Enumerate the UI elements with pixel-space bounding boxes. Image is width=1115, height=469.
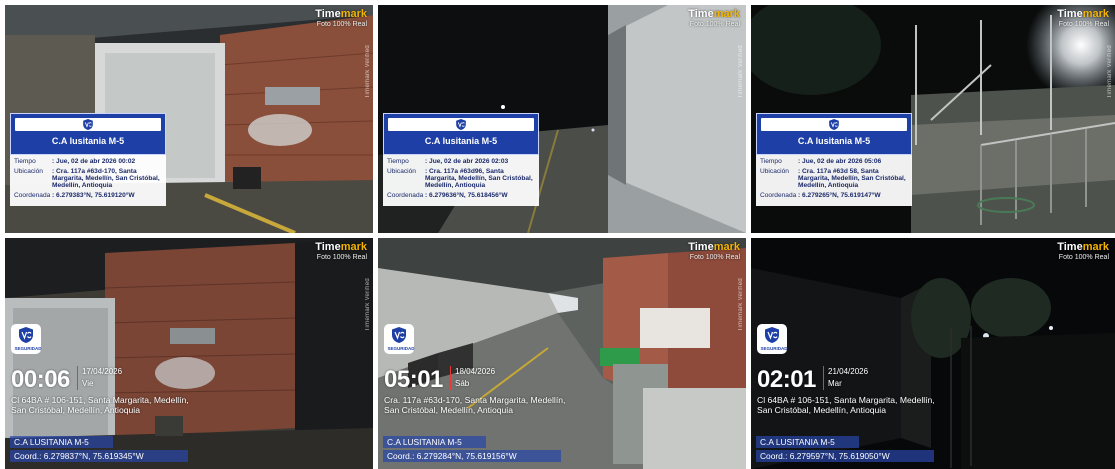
address-text: Cra. 117a #63d-170, Santa Margarita, Med… xyxy=(384,395,566,415)
info-card: C.A lusitania M-5 Tiempo: Jue, 02 de abr… xyxy=(10,113,166,206)
security-logo: SEGURIDAD xyxy=(384,324,415,354)
time-value: : Jue, 02 de abr 2026 05:06 xyxy=(798,158,882,165)
security-logo: SEGURIDAD xyxy=(757,324,788,354)
coord-text: Coord.: 6.279837°N, 75.619345°W xyxy=(10,450,188,462)
coord-value: : 6.279636°N, 75.618456°W xyxy=(425,192,508,199)
date-block: 21/04/2026 Mar xyxy=(823,366,868,390)
verified-side-label: Timemark Verified xyxy=(365,278,371,332)
location-value: : Cra. 117a #63d96, Santa Margarita, Med… xyxy=(425,168,533,189)
shield-logo-icon xyxy=(391,327,407,343)
site-name: C.A LUSITANIA M-5 xyxy=(756,436,859,448)
coord-text: Coord.: 6.279597°N, 75.619050°W xyxy=(756,450,934,462)
site-name: C.A LUSITANIA M-5 xyxy=(10,436,113,448)
timemark-watermark: Timemark Foto 100% Real xyxy=(1057,241,1109,262)
timemark-watermark: Timemark Foto 100% Real xyxy=(1057,8,1109,29)
info-card: C.A lusitania M-5 Tiempo: Jue, 02 de abr… xyxy=(756,113,912,206)
card-title: C.A lusitania M-5 xyxy=(51,136,125,146)
scene-lit-corridor xyxy=(378,238,746,469)
coord-value: : 6.279265°N, 75.619147°W xyxy=(798,192,881,199)
date-block: 17/04/2026 Vie xyxy=(77,366,122,390)
site-name: C.A LUSITANIA M-5 xyxy=(383,436,486,448)
time-value: : Jue, 02 de abr 2026 00:02 xyxy=(52,158,136,165)
scene-brick-wall-night xyxy=(5,238,373,469)
clock-time: 00:06 xyxy=(11,366,70,393)
clock-time: 05:01 xyxy=(384,366,443,393)
shield-logo-icon xyxy=(82,119,94,130)
date-block: 18/04/2026 Sáb xyxy=(450,366,495,390)
card-title: C.A lusitania M-5 xyxy=(797,136,871,146)
verified-side-label: Timemark Verified xyxy=(738,278,744,332)
clock-time: 02:01 xyxy=(757,366,816,393)
address-text: Cl 64BA # 106-151, Santa Margarita, Mede… xyxy=(11,395,189,415)
location-value: : Cra. 117a #63d 58, Santa Margarita, Me… xyxy=(798,168,906,189)
timemark-watermark: Timemark Foto 100% Real xyxy=(688,8,740,29)
coord-value: : 6.279383°N, 75.619120°W xyxy=(52,192,135,199)
location-value: : Cra. 117a #63d-170, Santa Margarita, M… xyxy=(52,168,160,189)
card-title: C.A lusitania M-5 xyxy=(424,136,498,146)
coord-text: Coord.: 6.279284°N, 75.619156°W xyxy=(383,450,561,462)
photo-tile-4[interactable]: Timemark Foto 100% Real Timemark Verifie… xyxy=(5,238,373,469)
photo-tile-6[interactable]: Timemark Foto 100% Real SEGURIDAD 02:01 … xyxy=(751,238,1115,469)
timemark-watermark: Timemark Foto 100% Real xyxy=(315,8,367,29)
shield-logo-icon xyxy=(455,119,467,130)
photo-tile-2[interactable]: Timemark Foto 100% Real Timemark Verifie… xyxy=(378,5,746,233)
security-logo: SEGURIDAD xyxy=(11,324,42,354)
scene-dark-path xyxy=(751,238,1115,469)
photo-tile-5[interactable]: Timemark Foto 100% Real Timemark Verifie… xyxy=(378,238,746,469)
shield-logo-icon xyxy=(764,327,780,343)
info-card: C.A lusitania M-5 Tiempo: Jue, 02 de abr… xyxy=(383,113,539,206)
timemark-watermark: Timemark Foto 100% Real xyxy=(315,241,367,262)
photo-tile-3[interactable]: Timemark Foto 100% Real Timemark Verifie… xyxy=(751,5,1115,233)
shield-logo-icon xyxy=(828,119,840,130)
photo-grid: Timemark Foto 100% Real Timemark Verifie… xyxy=(0,0,1115,469)
shield-logo-icon xyxy=(18,327,34,343)
verified-side-label: Timemark Verified xyxy=(1107,45,1113,99)
verified-side-label: Timemark Verified xyxy=(365,45,371,99)
verified-side-label: Timemark Verified xyxy=(738,45,744,99)
time-value: : Jue, 02 de abr 2026 02:03 xyxy=(425,158,509,165)
address-text: Cl 64BA # 106-151, Santa Margarita, Mede… xyxy=(757,395,935,415)
timemark-watermark: Timemark Foto 100% Real xyxy=(688,241,740,262)
photo-tile-1[interactable]: Timemark Foto 100% Real Timemark Verifie… xyxy=(5,5,373,233)
